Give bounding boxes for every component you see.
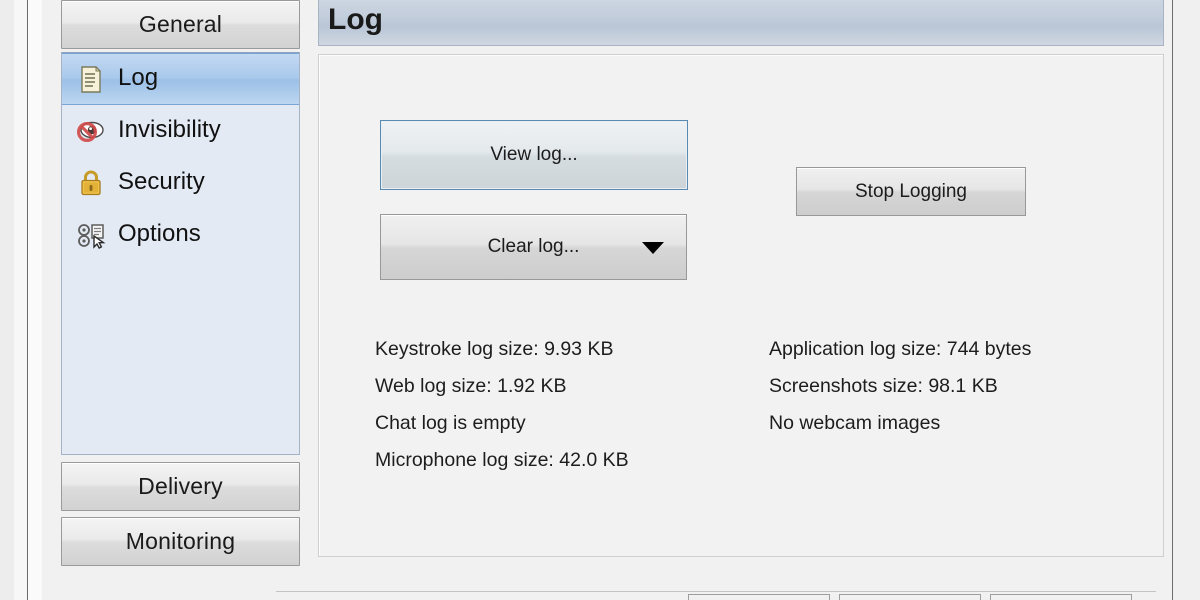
- window-bezel-mid: [14, 0, 26, 600]
- padlock-icon: [74, 166, 108, 200]
- sidebar-button-monitoring-label: Monitoring: [125, 528, 236, 554]
- view-log-button-label: View log...: [490, 144, 578, 165]
- sidebar-item-options[interactable]: Options: [62, 209, 299, 261]
- status-microphone-log-size: Microphone log size: 42.0 KB: [375, 449, 629, 471]
- footer-button-3[interactable]: [990, 594, 1132, 600]
- page-header: Log: [318, 0, 1164, 46]
- status-keystroke-log-size: Keystroke log size: 9.93 KB: [375, 338, 614, 360]
- sidebar-item-log[interactable]: Log: [62, 53, 299, 105]
- sidebar-button-delivery-label: Delivery: [138, 473, 223, 499]
- window-bezel-outer: [0, 0, 14, 600]
- log-document-icon: [74, 62, 108, 96]
- sidebar-nav-list[interactable]: Log Invisibility Security Options: [61, 52, 300, 455]
- status-application-log-size: Application log size: 744 bytes: [769, 338, 1032, 360]
- options-gears-icon: [74, 218, 108, 252]
- sidebar-item-log-label: Log: [118, 63, 159, 91]
- window-bezel-right: [1173, 0, 1200, 600]
- status-web-log-size: Web log size: 1.92 KB: [375, 375, 567, 397]
- status-column-left: Keystroke log size: 9.93 KB Web log size…: [375, 331, 629, 479]
- footer-button-2[interactable]: [839, 594, 981, 600]
- settings-dialog: General Log Invisibility Security Option…: [0, 0, 1200, 600]
- sidebar-item-security-label: Security: [118, 167, 205, 195]
- dialog-footer: [276, 586, 1156, 600]
- log-panel: View log... Clear log... Stop Logging Ke…: [318, 54, 1164, 557]
- status-screenshots-size: Screenshots size: 98.1 KB: [769, 375, 998, 397]
- clear-log-button[interactable]: Clear log...: [380, 214, 687, 280]
- sidebar-item-invisibility[interactable]: Invisibility: [62, 105, 299, 157]
- invisibility-eye-icon: [74, 114, 108, 148]
- status-webcam-images: No webcam images: [769, 412, 941, 434]
- sidebar-item-options-label: Options: [118, 219, 201, 247]
- sidebar-button-general-label: General: [138, 11, 223, 37]
- sidebar-button-monitoring[interactable]: Monitoring: [61, 517, 300, 566]
- stop-logging-button[interactable]: Stop Logging: [796, 167, 1026, 216]
- sidebar-button-general[interactable]: General: [61, 0, 300, 49]
- chevron-down-icon[interactable]: [642, 242, 664, 254]
- content-column: Log View log... Clear log... Stop Loggin…: [318, 0, 1180, 600]
- view-log-button[interactable]: View log...: [380, 120, 688, 190]
- status-chat-log: Chat log is empty: [375, 412, 526, 434]
- sidebar-item-security[interactable]: Security: [62, 157, 299, 209]
- sidebar-item-invisibility-label: Invisibility: [118, 115, 221, 143]
- footer-button-1[interactable]: [688, 594, 830, 600]
- page-title: Log: [328, 3, 383, 36]
- window-bezel-inner: [28, 0, 42, 600]
- sidebar: General Log Invisibility Security Option…: [61, 0, 310, 582]
- status-column-right: Application log size: 744 bytes Screensh…: [769, 331, 1031, 442]
- clear-log-button-label: Clear log...: [487, 236, 580, 257]
- stop-logging-button-label: Stop Logging: [855, 180, 967, 202]
- sidebar-button-delivery[interactable]: Delivery: [61, 462, 300, 511]
- dialog-surface: General Log Invisibility Security Option…: [42, 0, 1192, 600]
- footer-divider: [276, 591, 1156, 592]
